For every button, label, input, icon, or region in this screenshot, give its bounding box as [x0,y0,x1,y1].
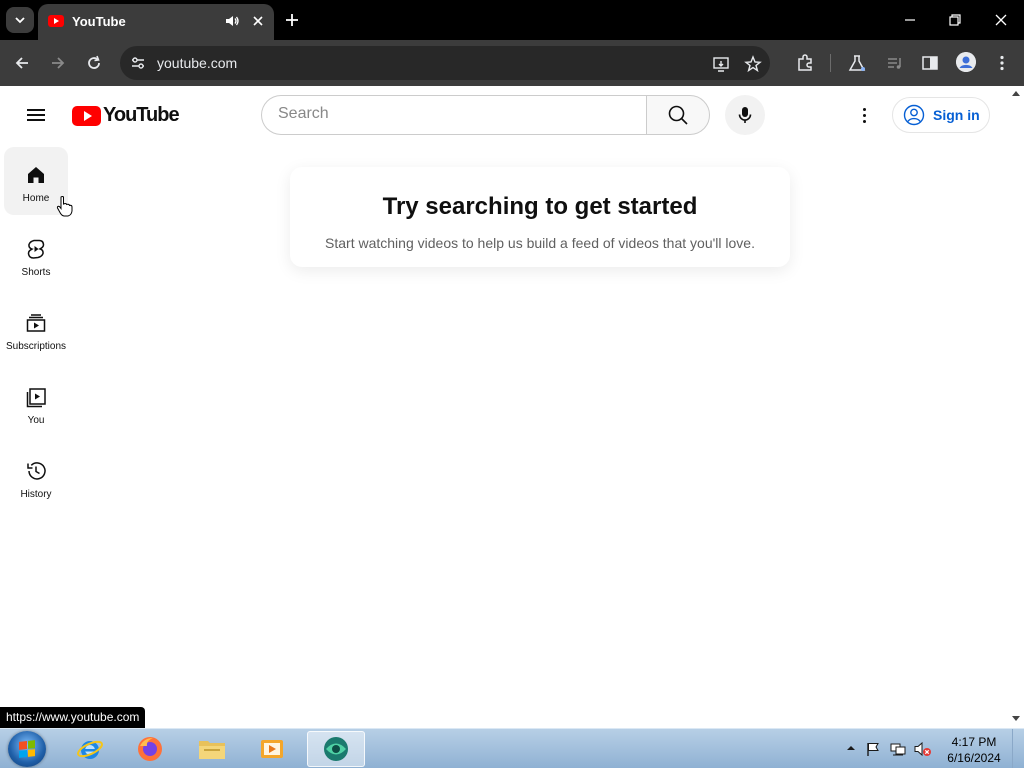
guide-item-you[interactable]: You [4,369,68,437]
system-clock[interactable]: 4:17 PM 6/16/2024 [944,734,1004,766]
youtube-page: YouTube Sign in Home Shorts Subscription… [0,87,1024,728]
browser-tab-strip: YouTube [0,0,1024,40]
guide-label: History [20,489,52,500]
puzzle-icon[interactable] [795,53,815,73]
restore-icon[interactable] [945,10,965,30]
taskbar-active-app[interactable] [307,731,365,767]
youtube-logo-icon [72,105,101,126]
media-player-icon [261,740,283,758]
search-icon [668,105,688,125]
sign-in-label: Sign in [933,107,980,123]
guide-item-history[interactable]: History [4,443,68,511]
clock-time: 4:17 PM [951,735,997,749]
scroll-down-arrow-icon[interactable] [1012,716,1020,721]
voice-search-button[interactable] [725,95,765,135]
windows-taskbar: 4:17 PM 6/16/2024 [0,728,1024,768]
tab-title: YouTube [72,14,126,29]
show-desktop-button[interactable] [1012,729,1024,768]
you-library-icon [26,388,46,408]
guide-label: You [27,415,45,426]
youtube-logo-text: YouTube [103,104,180,126]
guide-label: Shorts [21,267,51,278]
minimize-icon[interactable] [900,10,920,30]
tab-youtube[interactable]: YouTube [38,4,274,40]
clock-date: 6/16/2024 [947,751,1001,765]
action-center-flag-icon[interactable] [865,741,881,757]
guide-item-shorts[interactable]: Shorts [4,221,68,289]
volume-muted-icon[interactable] [914,741,932,757]
guide-label: Subscriptions [5,341,67,352]
firefox-icon [138,737,162,761]
empty-feed-title: Try searching to get started [382,193,698,220]
subscriptions-icon [26,314,46,332]
tune-icon[interactable] [130,55,146,71]
guide-item-subscriptions[interactable]: Subscriptions [4,295,68,363]
address-bar-url: youtube.com [157,55,238,71]
search-input[interactable] [278,105,628,123]
close-window-icon[interactable] [991,10,1011,30]
hand-cursor-icon [56,196,73,217]
empty-feed-subtitle: Start watching videos to help us build a… [325,235,755,251]
taskbar-firefox[interactable] [121,731,179,767]
internet-explorer-icon [77,740,103,759]
microphone-icon [738,107,752,123]
speaker-icon[interactable] [224,13,240,29]
kebab-menu-icon[interactable] [992,53,1012,73]
address-bar[interactable]: youtube.com [120,46,770,80]
start-button[interactable] [8,731,46,767]
back-arrow-icon[interactable] [12,53,32,73]
toolbar-divider [830,54,831,72]
settings-kebab-icon[interactable] [852,103,876,127]
active-app-icon [324,737,348,761]
guide-label: Home [22,193,50,204]
profile-icon[interactable] [956,52,976,72]
account-circle-icon [903,104,925,126]
search-box [261,95,647,135]
home-icon [28,167,44,183]
search-button[interactable] [646,95,710,135]
file-explorer-icon [199,741,225,759]
hamburger-menu-icon[interactable] [24,104,48,128]
windows-logo-icon [19,740,35,758]
show-hidden-icons-icon[interactable] [846,741,856,755]
install-app-icon[interactable] [712,55,730,73]
sign-in-button[interactable]: Sign in [892,97,990,133]
youtube-favicon-icon [48,15,64,27]
youtube-logo[interactable]: YouTube [72,104,180,127]
chevron-down-icon [15,17,25,24]
plus-icon[interactable] [282,10,302,30]
browser-toolbar: youtube.com [0,40,1024,86]
media-control-icon[interactable] [885,53,905,73]
empty-feed-card: Try searching to get started Start watch… [290,167,790,267]
history-icon [27,462,46,480]
reload-icon[interactable] [84,53,104,73]
close-icon[interactable] [250,13,266,29]
taskbar-file-explorer[interactable] [183,731,241,767]
status-bar-url: https://www.youtube.com [0,707,146,728]
network-icon[interactable] [889,741,907,757]
side-panel-icon[interactable] [920,53,940,73]
scroll-up-arrow-icon[interactable] [1012,91,1020,96]
flask-icon[interactable] [847,53,867,73]
tab-search-button[interactable] [6,7,34,33]
forward-arrow-icon[interactable] [48,53,68,73]
star-icon[interactable] [744,55,762,73]
taskbar-internet-explorer[interactable] [61,731,119,767]
shorts-icon [27,239,45,259]
taskbar-media-player[interactable] [243,731,301,767]
